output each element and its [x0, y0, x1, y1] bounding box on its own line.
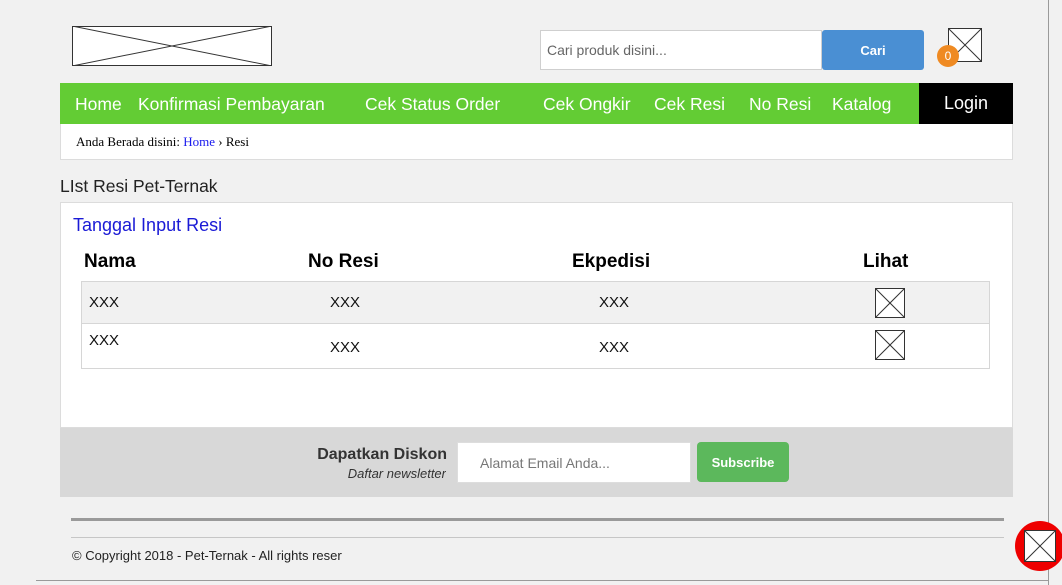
- column-header-nama: Nama: [84, 251, 136, 272]
- view-resi-icon[interactable]: [875, 330, 905, 360]
- nav-item-konfirmasi-pembayaran[interactable]: Konfirmasi Pembayaran: [138, 83, 325, 124]
- cell-nama: XXX: [89, 294, 120, 311]
- frame-border-bottom: [36, 580, 1048, 581]
- table-row: XXX XXX XXX: [81, 324, 990, 369]
- cell-ekspedisi: XXX: [599, 339, 630, 356]
- newsletter-title: Dapatkan Diskon: [317, 446, 447, 463]
- breadcrumb: Anda Berada disini: Home › Resi: [60, 124, 1013, 160]
- newsletter-bar: Dapatkan Diskon Daftar newsletter Subscr…: [60, 428, 1013, 497]
- search-input[interactable]: [540, 30, 822, 70]
- login-button[interactable]: Login: [919, 83, 1013, 124]
- newsletter-subtitle-wrap: Daftar newsletter: [60, 466, 446, 481]
- search-button[interactable]: Cari: [822, 30, 924, 70]
- breadcrumb-prefix: Anda Berada disini:: [76, 134, 180, 149]
- view-resi-icon[interactable]: [875, 288, 905, 318]
- breadcrumb-separator: ›: [218, 134, 223, 149]
- column-header-ekspedisi: Ekpedisi: [572, 251, 651, 272]
- cart-count-badge: 0: [937, 45, 959, 67]
- newsletter-email-input[interactable]: [457, 442, 691, 483]
- nav-item-cek-resi[interactable]: Cek Resi: [654, 83, 725, 124]
- nav-item-cek-status-order[interactable]: Cek Status Order: [365, 83, 500, 124]
- chat-placeholder-icon: [1024, 530, 1056, 562]
- logo-placeholder-icon[interactable]: [72, 26, 272, 66]
- subscribe-button[interactable]: Subscribe: [697, 442, 789, 482]
- cell-nama: XXX: [89, 332, 120, 349]
- nav-item-home[interactable]: Home: [75, 83, 122, 124]
- date-filter-link[interactable]: Tanggal Input Resi: [73, 215, 222, 236]
- footer-divider-thin: [71, 537, 1004, 538]
- copyright-text: © Copyright 2018 - Pet-Ternak - All righ…: [72, 548, 342, 563]
- footer-divider: [71, 518, 1004, 521]
- page-title: LIst Resi Pet-Ternak: [60, 176, 218, 196]
- floating-chat-button[interactable]: [1015, 521, 1062, 571]
- breadcrumb-home-link[interactable]: Home: [183, 134, 215, 149]
- newsletter-subtitle: Daftar newsletter: [347, 466, 446, 481]
- cell-no-resi: XXX: [330, 294, 361, 311]
- resi-list-card: Tanggal Input Resi Nama No Resi Ekpedisi…: [60, 202, 1013, 428]
- column-header-no-resi: No Resi: [308, 251, 379, 272]
- table-row: XXX XXX XXX: [81, 281, 990, 324]
- nav-item-cek-ongkir[interactable]: Cek Ongkir: [543, 83, 631, 124]
- cell-no-resi: XXX: [330, 339, 361, 356]
- nav-item-katalog[interactable]: Katalog: [832, 83, 891, 124]
- frame-border-right: [1048, 0, 1049, 585]
- breadcrumb-current: Resi: [225, 134, 249, 149]
- nav-item-no-resi[interactable]: No Resi: [749, 83, 811, 124]
- cell-ekspedisi: XXX: [599, 294, 630, 311]
- main-nav: Home Konfirmasi Pembayaran Cek Status Or…: [60, 83, 1013, 124]
- column-header-lihat: Lihat: [863, 251, 909, 272]
